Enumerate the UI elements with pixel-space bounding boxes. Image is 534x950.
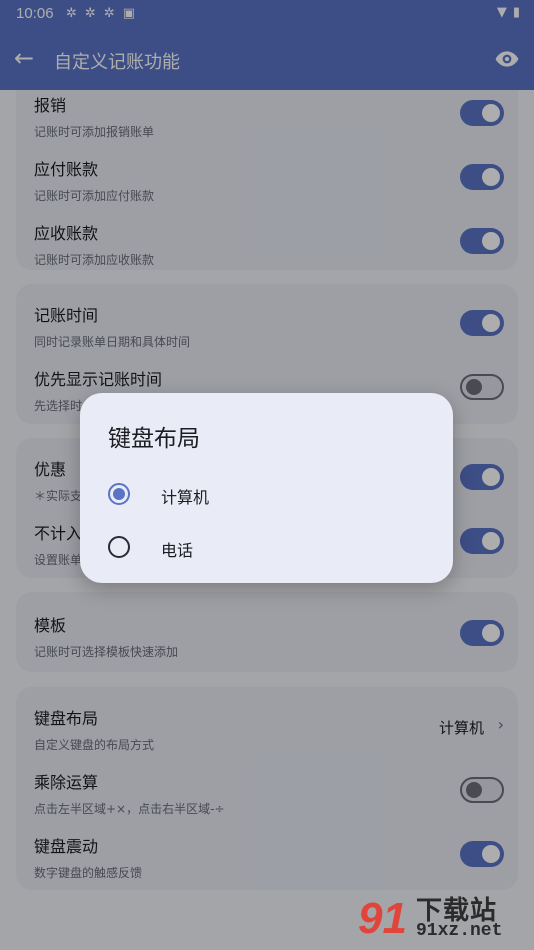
option-phone[interactable]: 电话 bbox=[108, 527, 428, 567]
watermark-logo: 91 bbox=[358, 894, 407, 943]
option-label: 电话 bbox=[161, 541, 194, 560]
watermark-url: 91xz.net bbox=[416, 921, 503, 941]
option-label: 计算机 bbox=[161, 488, 210, 507]
watermark: 91 下载站 91xz.net bbox=[358, 888, 528, 948]
radio-selected-icon[interactable] bbox=[108, 483, 130, 505]
dialog-title: 键盘布局 bbox=[108, 426, 200, 452]
option-calculator[interactable]: 计算机 bbox=[108, 474, 428, 514]
radio-unselected-icon[interactable] bbox=[108, 536, 130, 558]
keyboard-layout-dialog: 键盘布局 计算机 电话 bbox=[80, 393, 453, 583]
